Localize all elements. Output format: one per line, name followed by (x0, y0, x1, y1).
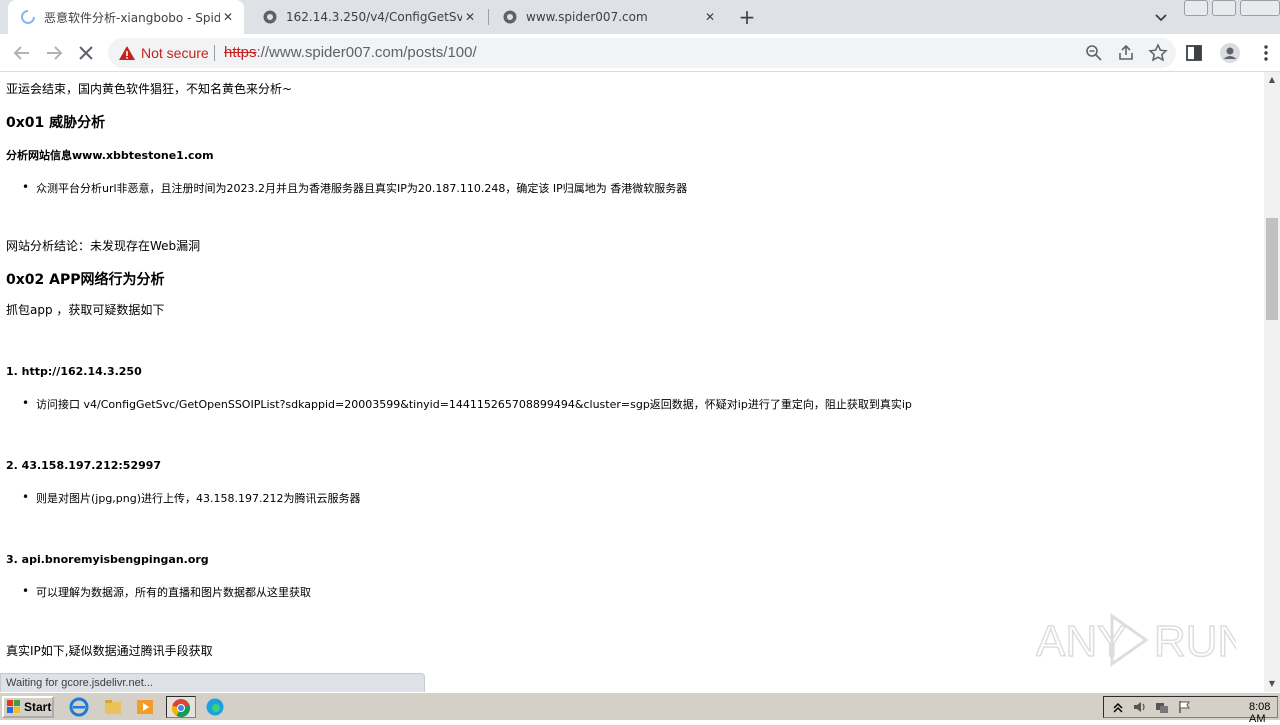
bookmark-star-icon[interactable] (1148, 43, 1168, 63)
scroll-down-arrow-icon[interactable]: ▼ (1264, 676, 1280, 692)
tab-active[interactable]: 恶意软件分析-xiangbobo - Spider ✕ (8, 0, 244, 34)
paragraph: 真实IP如下,疑似数据通过腾讯手段获取 (6, 644, 213, 658)
profile-avatar-icon[interactable] (1219, 42, 1241, 64)
minimize-button[interactable] (1184, 0, 1208, 16)
back-arrow-icon[interactable] (10, 41, 34, 65)
taskbar: Start 8:08 AM (0, 692, 1280, 725)
list-item: 则是对图片(jpg,png)进行上传，43.158.197.212为腾讯云服务器 (22, 490, 360, 506)
globe-icon (502, 9, 518, 25)
clock[interactable]: 8:08 AM (1249, 701, 1270, 725)
tab-search-icon[interactable] (1152, 8, 1170, 26)
loading-spinner-icon (20, 9, 36, 25)
stop-loading-icon[interactable] (74, 41, 98, 65)
section-heading: 0x02 APP网络行为分析 (6, 272, 165, 288)
paragraph: 抓包app ，获取可疑数据如下 (6, 303, 165, 317)
side-panel-icon[interactable] (1183, 42, 1205, 64)
url-path: ://www.spider007.com/posts/100/ (256, 44, 477, 61)
tab-label: 162.14.3.250/v4/ConfigGetSvc/Getl (286, 10, 462, 24)
tab-close-icon[interactable]: ✕ (702, 9, 718, 25)
globe-icon (262, 9, 278, 25)
tab-label: www.spider007.com (526, 10, 648, 24)
not-secure-label[interactable]: Not secure (141, 45, 209, 61)
tab-close-icon[interactable]: ✕ (462, 9, 478, 25)
volume-icon[interactable] (1132, 699, 1148, 715)
tab-strip: 恶意软件分析-xiangbobo - Spider ✕ 162.14.3.250… (0, 0, 1280, 34)
edge-icon[interactable] (204, 696, 228, 718)
intro-text: 亚运会结束，国内黄色软件猖狂，不知名黄色来分析~ (6, 82, 293, 96)
tab-spider[interactable]: www.spider007.com ✕ (490, 0, 726, 34)
new-tab-button[interactable]: + (736, 6, 758, 28)
tab-close-icon[interactable]: ✕ (220, 9, 236, 25)
toolbar-right (1183, 42, 1277, 64)
subheading: 2. 43.158.197.212:52997 (6, 459, 162, 472)
warning-icon[interactable] (118, 44, 136, 62)
media-player-icon[interactable] (134, 696, 158, 718)
tray-expand-icon[interactable] (1110, 699, 1126, 715)
network-icon[interactable] (1154, 699, 1170, 715)
page-content: 亚运会结束，国内黄色软件猖狂，不知名黄色来分析~ 0x01 威胁分析 分析网站信… (0, 72, 1264, 692)
list-item: 众测平台分析url非恶意，且注册时间为2023.2月并且为香港服务器且真实IP为… (22, 180, 687, 196)
start-label: Start (24, 700, 52, 714)
url-scheme: https (224, 44, 257, 61)
url-text[interactable]: https://www.spider007.com/posts/100/ (224, 44, 477, 61)
scroll-up-arrow-icon[interactable]: ▲ (1264, 72, 1280, 88)
tab-label: 恶意软件分析-xiangbobo - Spider (44, 10, 220, 25)
windows-flag-icon (7, 700, 21, 714)
subheading: 分析网站信息www.xbbtestone1.com (6, 149, 214, 162)
status-bubble: Waiting for gcore.jsdelivr.net... (0, 673, 425, 693)
omnibox-actions (1084, 43, 1168, 63)
section-heading: 0x01 威胁分析 (6, 115, 106, 131)
chrome-taskbar-icon[interactable] (166, 696, 196, 718)
restore-button[interactable] (1212, 0, 1236, 16)
svg-text:RUN: RUN (1154, 617, 1236, 666)
ie-icon[interactable] (68, 696, 92, 718)
scrollbar-thumb[interactable] (1266, 218, 1278, 320)
list-item: 访问接口 v4/ConfigGetSvc/GetOpenSSOIPList?sd… (22, 396, 912, 412)
start-button[interactable]: Start (2, 696, 54, 718)
subheading: 1. http://162.14.3.250 (6, 365, 142, 378)
menu-kebab-icon[interactable] (1255, 42, 1277, 64)
zoom-out-icon[interactable] (1084, 43, 1104, 63)
browser-toolbar: Not secure https://www.spider007.com/pos… (0, 34, 1280, 72)
system-tray: 8:08 AM (1103, 696, 1278, 725)
forward-arrow-icon[interactable] (42, 41, 66, 65)
anyrun-watermark: ANY RUN (1035, 608, 1250, 672)
window-controls (1180, 0, 1280, 18)
folder-icon[interactable] (102, 696, 126, 718)
tab-config[interactable]: 162.14.3.250/v4/ConfigGetSvc/Getl ✕ (250, 0, 486, 34)
close-window-button[interactable] (1240, 0, 1280, 16)
vertical-scrollbar[interactable]: ▲ ▼ (1264, 72, 1280, 692)
action-center-flag-icon[interactable] (1176, 699, 1192, 715)
list-item: 可以理解为数据源，所有的直播和图片数据都从这里获取 (22, 584, 311, 600)
subheading: 3. api.bnoremyisbengpingan.org (6, 553, 209, 566)
address-divider (214, 45, 215, 61)
paragraph: 网站分析结论：未发现存在Web漏洞 (6, 239, 201, 253)
address-bar[interactable]: Not secure https://www.spider007.com/pos… (108, 38, 1176, 68)
share-icon[interactable] (1116, 43, 1136, 63)
tab-separator (488, 9, 489, 25)
